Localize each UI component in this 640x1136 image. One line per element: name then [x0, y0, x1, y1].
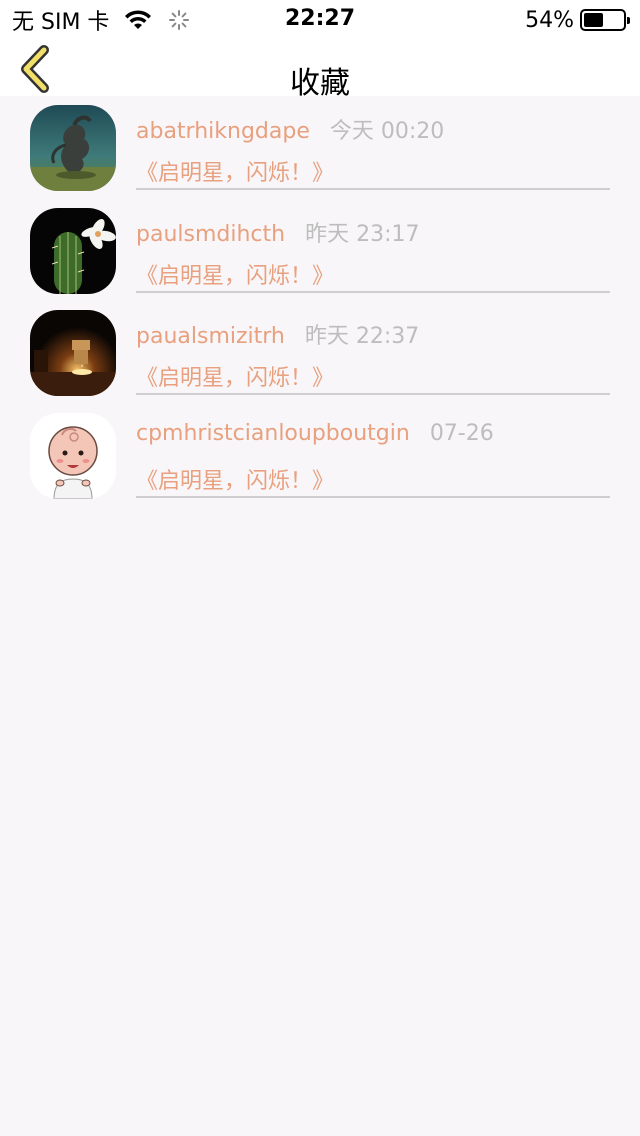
avatar[interactable] — [30, 105, 116, 191]
item-meta: paulsmdihcth 昨天 23:17 — [136, 216, 420, 248]
baby-cartoon-avatar-icon — [30, 412, 116, 499]
avatar[interactable] — [30, 207, 116, 294]
candle-avatar-icon — [30, 310, 116, 396]
avatar[interactable] — [30, 412, 116, 499]
list-item[interactable]: paualsmizitrh 昨天 22:37 《启明星，闪烁！》 — [0, 301, 640, 404]
status-bar: 无 SIM 卡 22:27 54% — [0, 0, 640, 40]
item-meta: abatrhikngdape 今天 00:20 — [136, 113, 444, 145]
username[interactable]: paualsmizitrh — [136, 324, 285, 349]
timestamp: 07-26 — [429, 420, 494, 446]
navigation-bar: 收藏 — [0, 40, 640, 101]
post-title[interactable]: 《启明星，闪烁！》 — [136, 360, 334, 392]
timestamp: 昨天 23:17 — [305, 221, 420, 247]
timestamp: 昨天 22:37 — [304, 324, 420, 349]
battery-percent: 54% — [525, 7, 574, 33]
sculpture-avatar-icon — [30, 105, 116, 191]
battery-level — [584, 13, 603, 27]
divider — [136, 495, 610, 498]
username[interactable]: abatrhikngdape — [136, 119, 310, 144]
battery-icon — [580, 9, 630, 31]
timestamp: 今天 00:20 — [329, 119, 445, 144]
avatar[interactable] — [30, 310, 116, 396]
post-title[interactable]: 《启明星，闪烁！》 — [136, 463, 334, 495]
post-title[interactable]: 《启明星，闪烁！》 — [136, 258, 334, 290]
list-item[interactable]: paulsmdihcth 昨天 23:17 《启明星，闪烁！》 — [0, 199, 640, 302]
item-meta: cpmhristcianloupboutgin 07-26 — [136, 421, 494, 446]
favorites-list: abatrhikngdape 今天 00:20 《启明星，闪烁！》 paulsm… — [0, 96, 640, 506]
divider — [136, 393, 610, 395]
status-right: 54% — [525, 6, 630, 34]
username[interactable]: cpmhristcianloupboutgin — [136, 421, 410, 446]
list-item[interactable]: abatrhikngdape 今天 00:20 《启明星，闪烁！》 — [0, 96, 640, 199]
username[interactable]: paulsmdihcth — [136, 222, 285, 247]
list-item[interactable]: cpmhristcianloupboutgin 07-26 《启明星，闪烁！》 — [0, 404, 640, 507]
divider — [136, 188, 610, 190]
post-title[interactable]: 《启明星，闪烁！》 — [136, 155, 334, 187]
cactus-avatar-icon — [30, 207, 116, 294]
item-meta: paualsmizitrh 昨天 22:37 — [136, 318, 419, 350]
divider — [136, 290, 610, 293]
